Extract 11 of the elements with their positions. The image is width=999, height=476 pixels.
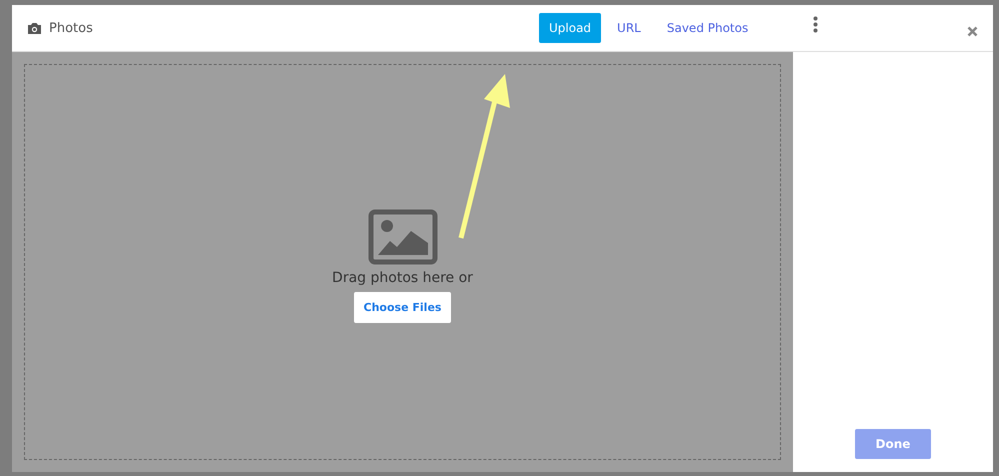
tab[interactable]: Saved Photos — [656, 13, 758, 43]
dialog-title: Photos — [49, 20, 93, 36]
image-icon — [368, 209, 438, 265]
camera-icon — [27, 22, 42, 34]
choose-files-button[interactable]: Choose Files — [354, 292, 452, 323]
drop-prompt: Drag photos here or — [332, 270, 473, 286]
tab[interactable]: URL — [607, 13, 651, 43]
close-icon[interactable] — [967, 26, 978, 37]
drop-zone[interactable]: Drag photos here or Choose Files — [24, 64, 781, 460]
tab[interactable]: Upload — [539, 13, 602, 43]
more-options-icon[interactable] — [813, 16, 818, 33]
